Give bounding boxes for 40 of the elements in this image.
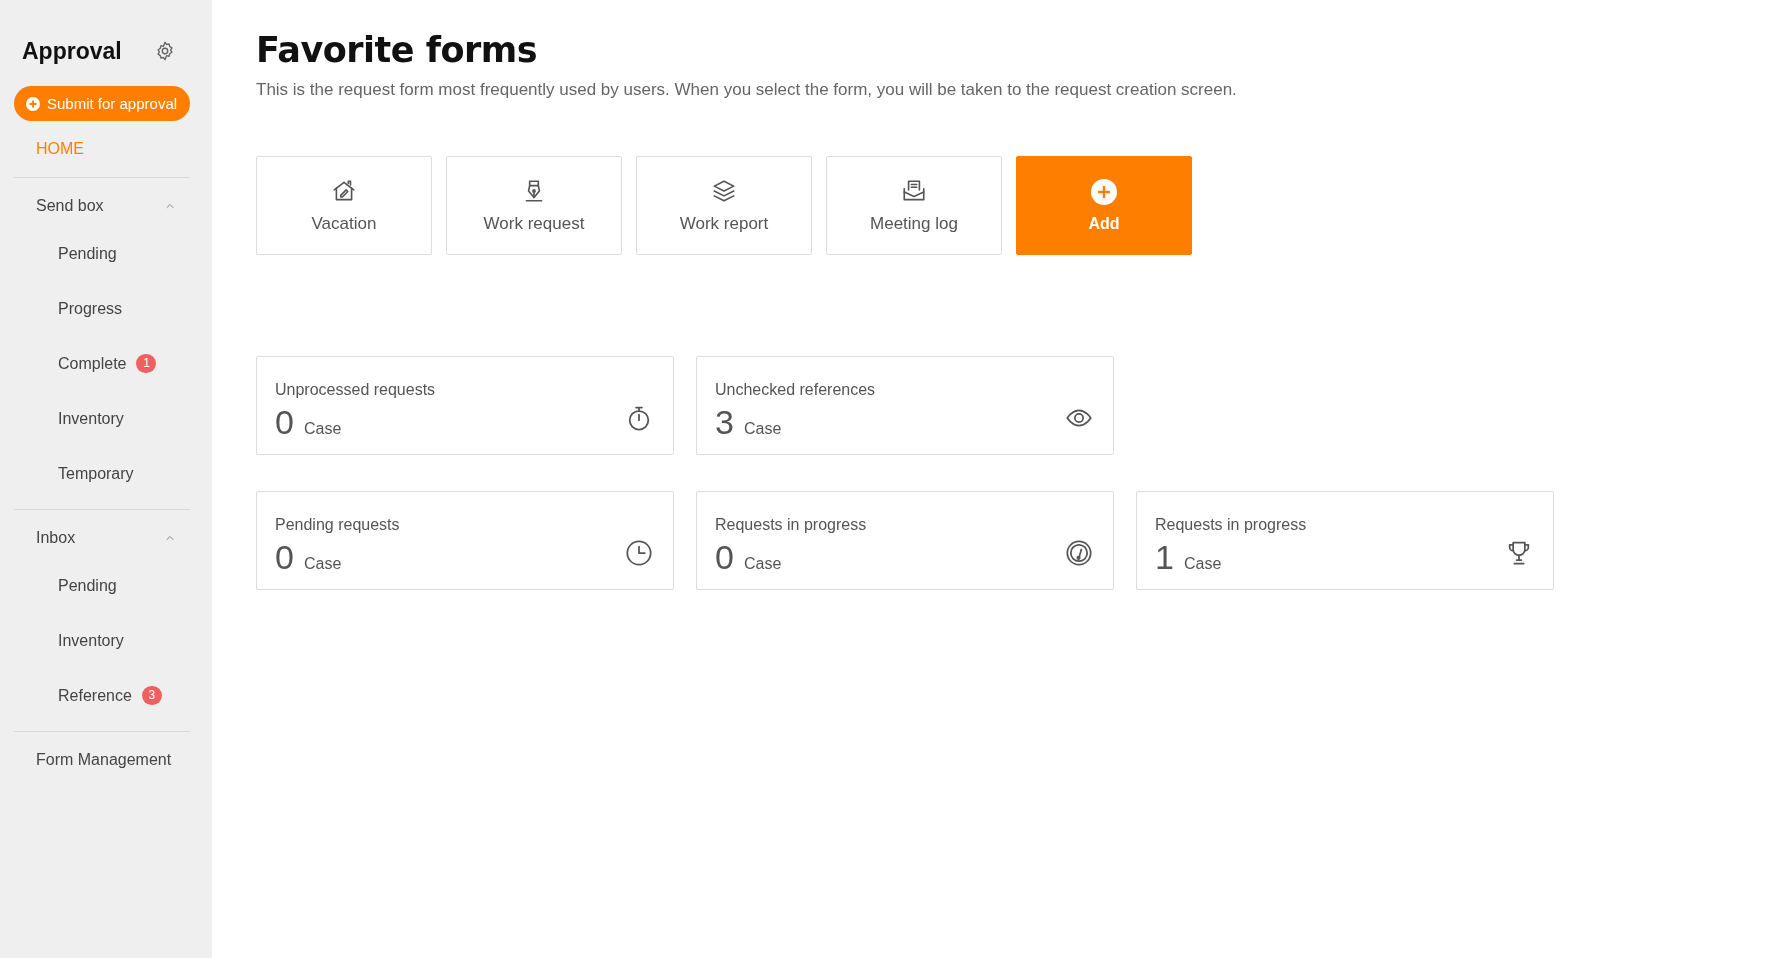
nav-item[interactable]: Inventory [14,613,190,668]
form-button[interactable]: Work report [636,156,812,255]
stat-unit: Case [743,420,782,438]
page-description: This is the request form most frequently used by users. When you select the form, you will be taken to the request creation screen. [256,80,1238,100]
stat-value: 0 [275,403,294,442]
app-title: Approval [22,37,122,65]
stat-label: Unprocessed requests [275,381,436,399]
stat-label: Requests in progress [715,516,867,534]
plus-circle-icon [1091,178,1117,205]
stat-value: 3 [715,403,734,442]
stat-label: Requests in progress [1155,516,1307,534]
form-button[interactable]: Vacation [256,156,432,255]
plus-icon [26,96,40,111]
form-button[interactable]: Work request [446,156,622,255]
nav-item[interactable]: Pending [14,226,190,281]
stat-label: Pending requests [275,516,400,534]
stat-unit: Case [743,555,782,573]
stat-value: 0 [715,538,734,577]
stat-label: Unchecked references [715,381,876,399]
count-badge: 1 [136,354,157,373]
gauge-icon [1065,539,1093,567]
nav-item[interactable]: Send box [14,186,190,226]
nav-item[interactable]: Reference 3 [14,668,190,723]
count-badge: 3 [141,686,162,705]
stat-value: 0 [275,538,294,577]
nav-item[interactable]: Temporary [14,446,190,501]
settings-icon[interactable] [154,40,176,62]
stat-unit: Case [303,420,342,438]
nav-item[interactable]: Complete 1 [14,336,190,391]
clock-icon [625,539,653,567]
nav-item[interactable]: Form Management [14,740,190,780]
stat-unit: Case [303,555,342,573]
nav-item[interactable]: Progress [14,281,190,336]
nav-item[interactable]: Pending [14,558,190,613]
stat-value: 1 [1155,538,1174,577]
nav-item[interactable]: Inventory [14,391,190,446]
nav-item[interactable]: Inbox [14,518,190,558]
page-title: Favorite forms [256,30,539,70]
stat-unit: Case [1183,555,1222,573]
form-button[interactable]: Meeting log [826,156,1002,255]
